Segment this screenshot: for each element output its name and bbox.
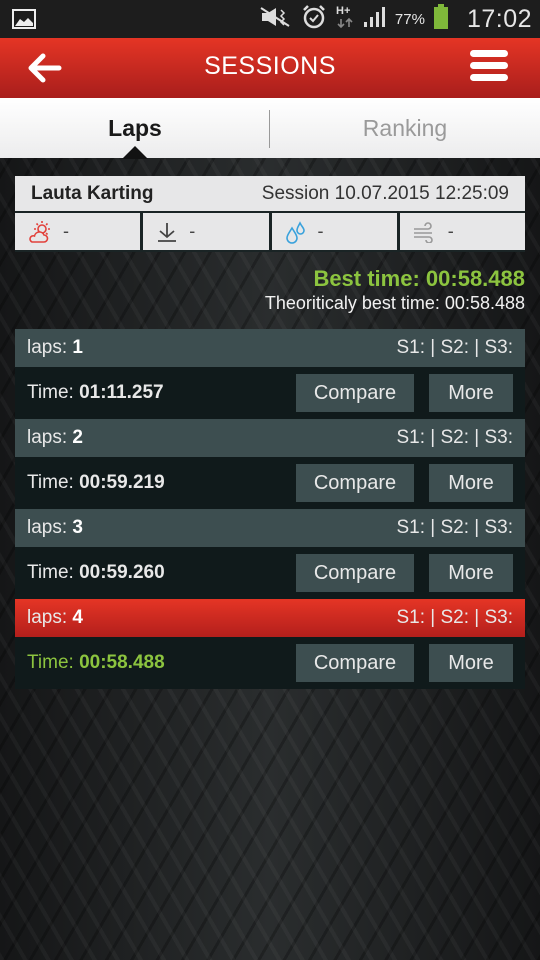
compare-button[interactable]: Compare [296, 644, 414, 682]
lap-sectors: S1: | S2: | S3: [396, 427, 513, 448]
compare-button[interactable]: Compare [296, 554, 414, 592]
condition-pressure: - [143, 213, 269, 250]
image-notification-icon [12, 9, 36, 34]
lap-body: Time: 00:58.488 Compare More [15, 637, 525, 689]
lap-item: laps: 3 S1: | S2: | S3: Time: 00:59.260 … [15, 509, 525, 599]
theoretical-best-time: Theoriticaly best time: 00:58.488 [264, 293, 525, 313]
active-tab-indicator [122, 146, 148, 159]
lap-number: laps: 3 [27, 517, 83, 538]
status-bar: H+ 77% 17:02 [0, 0, 540, 38]
svg-text:H+: H+ [336, 5, 350, 17]
lap-sectors: S1: | S2: | S3: [396, 517, 513, 538]
compare-button[interactable]: Compare [296, 374, 414, 412]
lap-time: Time: 00:59.219 [27, 472, 165, 493]
app-bar: SESSIONS [0, 38, 540, 98]
hamburger-menu-icon [470, 50, 510, 81]
lap-time: Time: 00:58.488 [27, 652, 165, 673]
conditions-row: - - - - [15, 213, 525, 250]
compare-button[interactable]: Compare [296, 464, 414, 502]
more-button[interactable]: More [429, 644, 513, 682]
lap-time: Time: 00:59.260 [27, 562, 165, 583]
lap-header[interactable]: laps: 4 S1: | S2: | S3: [15, 599, 525, 637]
condition-humidity: - [271, 213, 397, 250]
lap-body: Time: 00:59.260 Compare More [15, 547, 525, 599]
humidity-value: - [317, 221, 324, 241]
lap-number: laps: 2 [27, 427, 83, 448]
wind-value: - [447, 221, 454, 241]
lap-sectors: S1: | S2: | S3: [396, 337, 513, 358]
lap-body: Time: 00:59.219 Compare More [15, 457, 525, 509]
lap-number: laps: 4 [27, 607, 83, 628]
tab-ranking[interactable]: Ranking [270, 98, 540, 158]
pressure-down-arrow-icon [158, 222, 177, 242]
laps-list: laps: 1 S1: | S2: | S3: Time: 01:11.257 … [15, 329, 525, 689]
mute-icon [259, 6, 293, 33]
best-time: Best time: 00:58.488 [313, 266, 525, 291]
session-header: Lauta Karting Session 10.07.2015 12:25:0… [15, 176, 525, 211]
battery-percent: 77% [394, 10, 425, 28]
pressure-value: - [189, 221, 196, 241]
lap-header[interactable]: laps: 1 S1: | S2: | S3: [15, 329, 525, 367]
lap-number: laps: 1 [27, 337, 83, 358]
lap-item: laps: 2 S1: | S2: | S3: Time: 00:59.219 … [15, 419, 525, 509]
wind-icon [413, 221, 433, 243]
more-button[interactable]: More [429, 554, 513, 592]
alarm-icon [301, 4, 327, 35]
hplus-data-icon: H+ [335, 3, 355, 36]
tab-divider [269, 110, 270, 148]
clock: 17:02 [466, 4, 532, 33]
lap-item: laps: 1 S1: | S2: | S3: Time: 01:11.257 … [15, 329, 525, 419]
more-button[interactable]: More [429, 374, 513, 412]
session-info-card: Lauta Karting Session 10.07.2015 12:25:0… [15, 176, 525, 252]
more-button[interactable]: More [429, 464, 513, 502]
menu-button[interactable] [470, 50, 510, 84]
weather-sun-cloud-icon [29, 220, 50, 243]
page-title: SESSIONS [204, 52, 336, 80]
tab-bar: Laps Ranking [0, 98, 540, 158]
lap-body: Time: 01:11.257 Compare More [15, 367, 525, 419]
condition-wind: - [399, 213, 525, 250]
battery-icon [433, 3, 449, 35]
lap-item-best: laps: 4 S1: | S2: | S3: Time: 00:58.488 … [15, 599, 525, 689]
track-name: Lauta Karting [31, 182, 154, 204]
signal-icon [363, 6, 387, 33]
humidity-drops-icon [285, 220, 305, 244]
lap-header[interactable]: laps: 3 S1: | S2: | S3: [15, 509, 525, 547]
session-date: Session 10.07.2015 12:25:09 [261, 182, 509, 204]
lap-header[interactable]: laps: 2 S1: | S2: | S3: [15, 419, 525, 457]
weather-value: - [63, 221, 69, 241]
lap-time: Time: 01:11.257 [27, 382, 164, 403]
lap-sectors: S1: | S2: | S3: [396, 607, 513, 628]
condition-weather: - [15, 213, 141, 250]
